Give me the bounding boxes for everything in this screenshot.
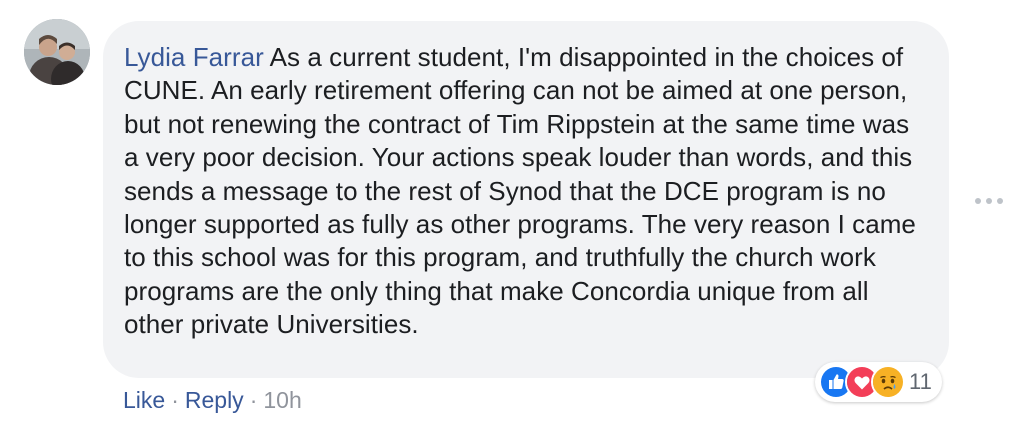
- reactions-summary[interactable]: 11: [815, 362, 942, 402]
- comment-actions: Like · Reply · 10h: [123, 385, 302, 415]
- avatar[interactable]: [24, 19, 90, 85]
- more-options-icon[interactable]: [975, 195, 1003, 207]
- more-dot: [975, 198, 981, 204]
- comment-container: Lydia Farrar As a current student, I'm d…: [0, 0, 1024, 431]
- comment-text: As a current student, I'm disappointed i…: [124, 42, 916, 340]
- comment-bubble: Lydia Farrar As a current student, I'm d…: [103, 21, 949, 378]
- separator: ·: [171, 387, 179, 413]
- reply-link[interactable]: Reply: [185, 387, 244, 413]
- reaction-count: 11: [909, 369, 932, 394]
- comment-body: Lydia Farrar As a current student, I'm d…: [124, 41, 929, 342]
- more-dot: [997, 198, 1003, 204]
- author-name-link[interactable]: Lydia Farrar: [124, 42, 264, 72]
- sad-icon: [871, 365, 905, 399]
- timestamp[interactable]: 10h: [263, 387, 301, 413]
- more-dot: [986, 198, 992, 204]
- like-link[interactable]: Like: [123, 387, 165, 413]
- separator: ·: [249, 387, 258, 413]
